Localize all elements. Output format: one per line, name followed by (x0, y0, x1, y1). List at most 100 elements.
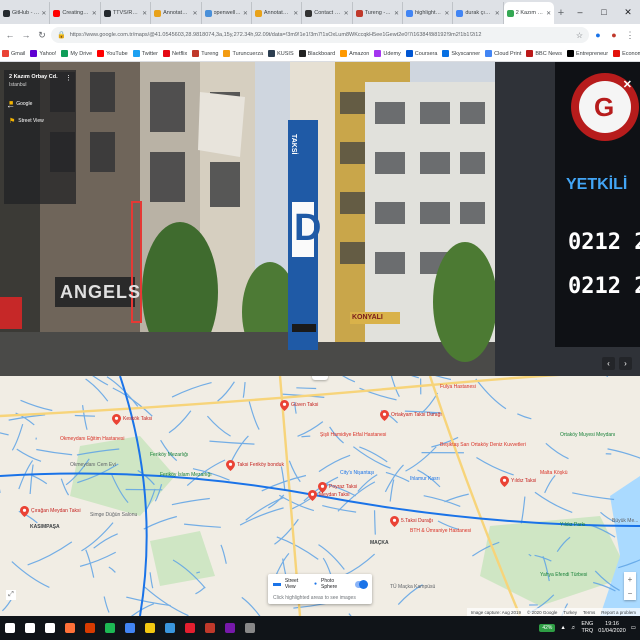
reload-button[interactable]: ↻ (35, 28, 49, 42)
map-pin-icon[interactable] (500, 476, 509, 487)
bookmark-item[interactable]: Netflix (162, 50, 187, 57)
layer-toggle[interactable] (355, 579, 368, 589)
new-tab-button[interactable]: + (554, 2, 568, 24)
place-label[interactable]: Çırağan Meydan Taksi (31, 508, 81, 514)
browser-tab[interactable]: TTVS/README.m✕ (101, 2, 152, 24)
bookmark-item[interactable]: Twitter (132, 50, 158, 57)
bookmark-item[interactable]: Skyscanner (442, 50, 480, 57)
acrobat-icon[interactable] (180, 616, 200, 640)
close-tab-icon[interactable]: ✕ (41, 10, 46, 17)
browser-tab[interactable]: durak çıktı - Go✕ (453, 2, 504, 24)
wifi-icon[interactable]: ▲ (560, 625, 565, 631)
bookmark-item[interactable]: Turuncuerza (223, 50, 263, 57)
minimap[interactable]: Keskök Taksi Güven Taksi Ortakyam Taksi Du… (0, 376, 640, 616)
street-view-link[interactable]: ⚑ Street View (9, 117, 71, 125)
close-tab-icon[interactable]: ✕ (142, 10, 147, 17)
firefox-icon[interactable] (60, 616, 80, 640)
bookmark-item[interactable]: KUSIS (268, 50, 294, 57)
chrome-icon[interactable] (120, 616, 140, 640)
bookmark-item[interactable]: My Drive (61, 50, 92, 57)
map-pin-icon[interactable] (20, 506, 29, 517)
expand-map-icon[interactable]: ⤢ (6, 590, 16, 600)
close-tab-icon[interactable]: ✕ (192, 10, 197, 17)
map-pin-icon[interactable] (280, 400, 289, 411)
minimize-button[interactable]: – (568, 0, 592, 24)
close-window-button[interactable]: ✕ (616, 0, 640, 24)
close-tab-icon[interactable]: ✕ (344, 10, 349, 17)
place-label[interactable]: Poyraz Taksi (329, 484, 357, 490)
browser-tab[interactable]: Contact - Earlybird✕ (302, 2, 353, 24)
close-tab-icon[interactable]: ✕ (495, 10, 500, 17)
browser-tab[interactable]: GitHub - AleeylÖ✕ (0, 2, 51, 24)
bookmark-item[interactable]: Tureng (192, 50, 218, 57)
onenote-icon[interactable] (220, 616, 240, 640)
map-pin-icon[interactable] (308, 490, 317, 501)
place-label[interactable]: 5.Taksi Durağı (401, 518, 433, 524)
place-label[interactable]: Keskök Taksi (123, 416, 152, 422)
map-pin-icon[interactable] (226, 460, 235, 471)
close-tab-icon[interactable]: ✕ (394, 10, 399, 17)
place-label[interactable]: Ortakyam Taksi Durağı (391, 412, 442, 418)
place-label[interactable]: Yıldız Taksi (511, 478, 536, 484)
bookmark-item[interactable]: Blackboard (298, 50, 335, 57)
browser-tab[interactable]: 2 Kazım Orbay Cd.✕ (503, 2, 555, 24)
close-tab-icon[interactable]: ✕ (444, 10, 449, 17)
place-label[interactable]: Meydan Taksi (319, 492, 349, 498)
map-pin-icon[interactable] (380, 410, 389, 421)
terminal-icon[interactable] (240, 616, 260, 640)
terms-link[interactable]: Terms (583, 610, 595, 615)
close-tab-icon[interactable]: ✕ (293, 10, 298, 17)
resize-handle[interactable] (312, 376, 328, 380)
bookmark-star-icon[interactable]: ☆ (576, 31, 583, 40)
maximize-button[interactable]: □ (592, 0, 616, 24)
battery-indicator[interactable]: 42% (539, 624, 556, 632)
report-problem-link[interactable]: Report a problem (601, 610, 636, 615)
bookmark-item[interactable]: Economist (613, 50, 640, 57)
volume-icon[interactable]: ♬ (571, 625, 577, 631)
browser-tab[interactable]: Annotated Bibliog✕ (151, 2, 202, 24)
close-tab-icon[interactable]: ✕ (546, 10, 551, 17)
search-icon[interactable] (20, 616, 40, 640)
prev-arrow-button[interactable]: ‹ (602, 357, 615, 370)
bookmark-item[interactable]: Yahoo! (30, 50, 56, 57)
map-pin-icon[interactable] (112, 414, 121, 425)
browser-tab[interactable]: openwellum.ecoll✕ (202, 2, 252, 24)
browser-tab[interactable]: Tureng - ortaya✕ (353, 2, 403, 24)
extension-icon[interactable]: ● (591, 28, 605, 42)
notification-icon[interactable]: ▭ (631, 625, 636, 631)
street-view-panorama[interactable]: TAKSİ D ANGELS KONYALI YETKİLİ 0212 2 02… (0, 62, 640, 376)
more-options-icon[interactable]: ⋮ (65, 74, 72, 82)
bookmark-item[interactable]: Amazon (340, 50, 369, 57)
close-street-view-button[interactable]: ✕ (623, 78, 632, 91)
files-icon[interactable] (140, 616, 160, 640)
windows-start-icon[interactable] (0, 616, 20, 640)
profile-avatar[interactable]: ● (607, 28, 621, 42)
google-attribution[interactable]: ■ Google (9, 100, 71, 107)
country-link[interactable]: Turkey (563, 610, 577, 615)
clock[interactable]: 19:16 01/04/2020 (598, 621, 626, 635)
app-icon[interactable] (200, 616, 220, 640)
bookmark-item[interactable]: Coursera (405, 50, 437, 57)
task-view-icon[interactable] (40, 616, 60, 640)
browser-tab[interactable]: Creating a YOLOv✕ (50, 2, 101, 24)
bookmark-item[interactable]: Cloud Print (485, 50, 521, 57)
close-tab-icon[interactable]: ✕ (243, 10, 248, 17)
bookmark-item[interactable]: YouTube (97, 50, 128, 57)
back-arrow-icon[interactable]: ← (6, 100, 15, 110)
bookmark-item[interactable]: BBC News (526, 50, 562, 57)
bookmark-item[interactable]: Entrepreneur (566, 50, 608, 57)
spotify-icon[interactable] (100, 616, 120, 640)
language-indicator[interactable]: ENG TRQ (581, 621, 593, 635)
zoom-in-button[interactable]: + (628, 575, 633, 584)
browser-tab[interactable]: Annotated Bibliog✕ (252, 2, 303, 24)
office-icon[interactable] (80, 616, 100, 640)
place-label[interactable]: Güven Taksi (291, 402, 318, 408)
zoom-out-button[interactable]: − (628, 589, 633, 598)
bookmark-item[interactable]: Gmail (2, 50, 25, 57)
close-tab-icon[interactable]: ✕ (92, 10, 97, 17)
browser-tab[interactable]: highlights on high✕ (403, 2, 454, 24)
place-label[interactable]: Taksi Feriköy bonduk (237, 462, 284, 468)
url-text[interactable]: https://www.google.com.tr/maps/@41.05456… (70, 32, 572, 38)
store-icon[interactable] (160, 616, 180, 640)
address-bar[interactable]: 🔒 https://www.google.com.tr/maps/@41.054… (51, 27, 589, 43)
